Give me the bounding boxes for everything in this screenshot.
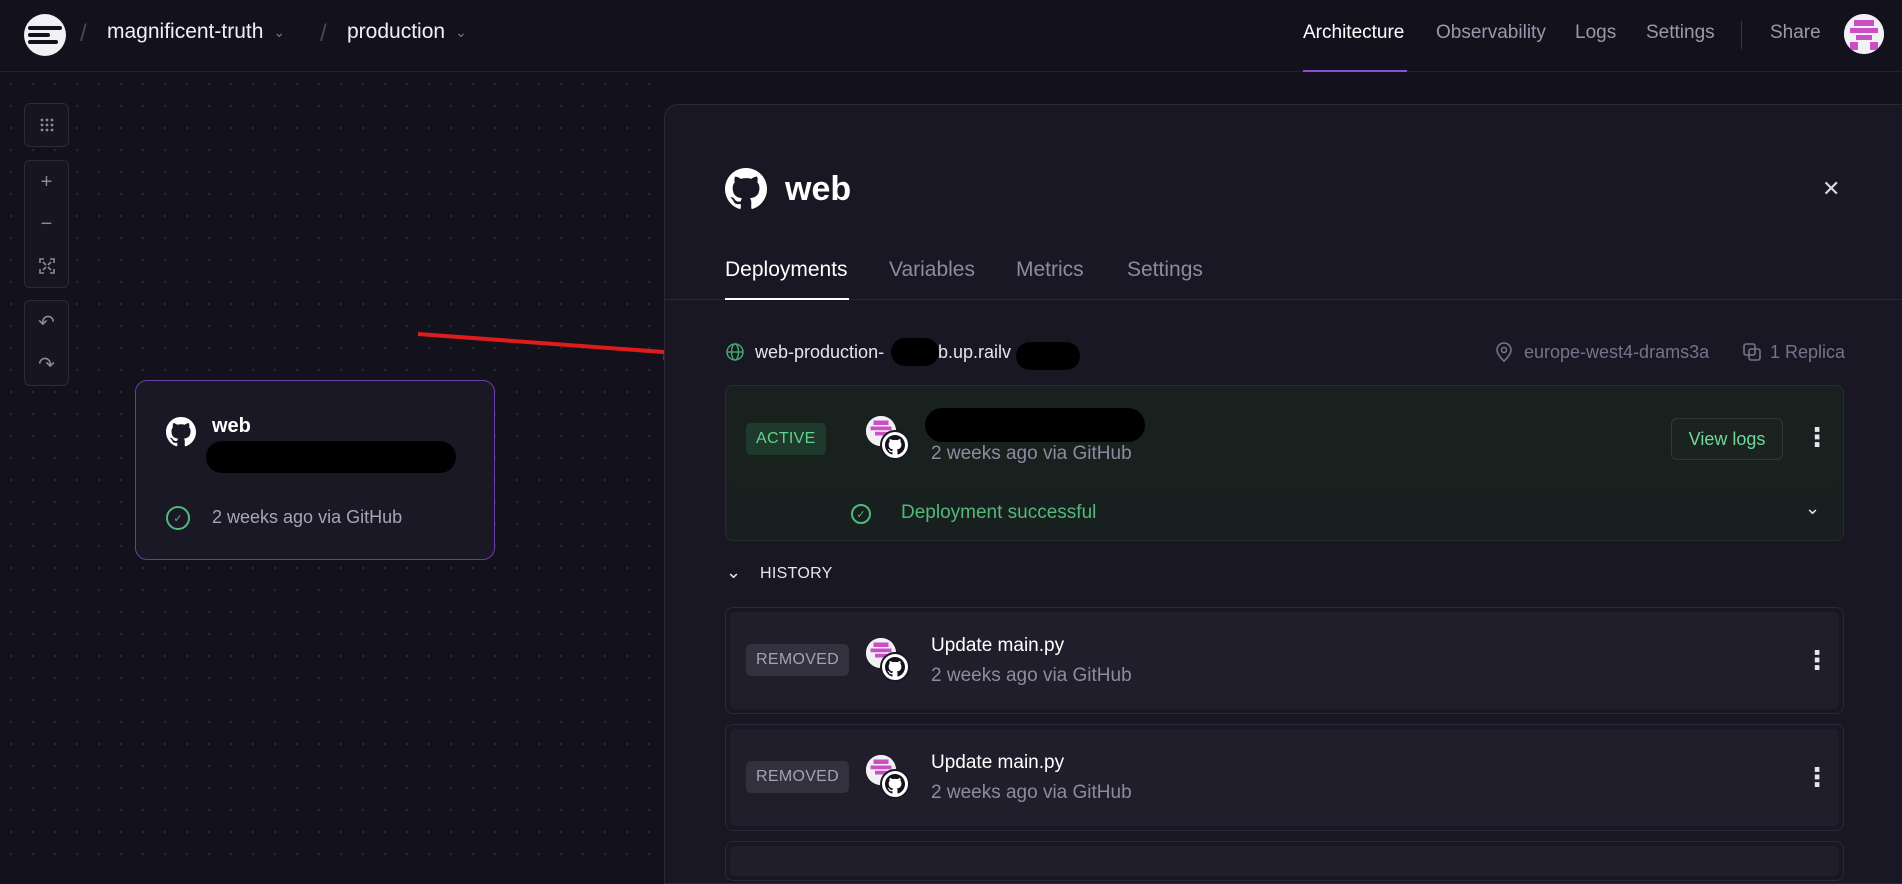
panel-title: web (785, 170, 852, 208)
breadcrumb-separator: / (80, 20, 87, 47)
chevron-down-icon: ⌄ (455, 23, 467, 40)
chevron-down-icon[interactable]: ⌄ (1805, 498, 1820, 519)
redaction (891, 338, 939, 366)
top-bar: / magnificent-truth ⌄ / production ⌄ Arc… (0, 0, 1902, 72)
active-tab-indicator (725, 298, 849, 300)
tab-settings[interactable]: Settings (1127, 258, 1203, 282)
railway-logo-icon[interactable] (24, 14, 66, 56)
location-pin-icon (1495, 342, 1513, 367)
canvas-toolbar-history: ↶ ↷ (24, 300, 69, 386)
check-circle-icon: ✓ (851, 504, 871, 524)
nav-settings[interactable]: Settings (1646, 22, 1715, 44)
tab-metrics[interactable]: Metrics (1016, 258, 1084, 282)
nav-logs[interactable]: Logs (1575, 22, 1616, 44)
redaction (1016, 342, 1080, 370)
github-icon (166, 417, 196, 452)
redo-icon[interactable]: ↷ (25, 343, 68, 385)
canvas-toolbar-zoom: + − (24, 160, 69, 288)
share-button[interactable]: Share (1770, 22, 1821, 44)
deployment-status: Deployment successful (901, 502, 1097, 523)
more-options-icon[interactable]: ⋮ (1804, 424, 1830, 450)
chevron-down-icon[interactable]: ⌄ (726, 562, 741, 583)
github-icon (725, 168, 767, 215)
history-item-inner (730, 846, 1839, 876)
project-name: magnificent-truth (107, 20, 264, 43)
user-avatar[interactable] (1844, 14, 1884, 54)
github-icon (880, 430, 910, 460)
service-card-web[interactable]: web ✓ 2 weeks ago via GitHub (135, 380, 495, 560)
globe-icon (725, 342, 745, 367)
nav-architecture[interactable]: Architecture (1303, 22, 1404, 44)
fit-view-icon[interactable] (25, 245, 68, 287)
close-icon[interactable]: ✕ (1822, 176, 1840, 202)
replica-count: 1 Replica (1770, 342, 1846, 362)
github-icon (880, 652, 910, 682)
grid-icon[interactable] (25, 104, 68, 146)
github-icon (880, 769, 910, 799)
tabs-divider (665, 299, 1902, 300)
redaction (206, 441, 456, 473)
commit-message: Update main.py (931, 635, 1065, 656)
history-item[interactable] (725, 841, 1844, 881)
status-badge-active: ACTIVE (746, 423, 826, 455)
zoom-out-icon[interactable]: − (25, 203, 68, 245)
undo-icon[interactable]: ↶ (25, 301, 68, 343)
nav-divider (1741, 21, 1742, 49)
check-circle-icon: ✓ (166, 506, 190, 530)
service-url[interactable]: web-production- (755, 342, 884, 363)
redaction (925, 408, 1145, 442)
tab-deployments[interactable]: Deployments (725, 258, 848, 282)
zoom-in-icon[interactable]: + (25, 161, 68, 203)
deployment-meta: 2 weeks ago via GitHub (931, 443, 1132, 464)
environment-name: production (347, 20, 446, 43)
active-nav-indicator (1303, 70, 1407, 72)
service-url-suffix[interactable]: b.up.railv (938, 342, 1011, 363)
chevron-down-icon: ⌄ (273, 23, 286, 40)
breadcrumb-separator: / (320, 20, 327, 47)
view-logs-button[interactable]: View logs (1671, 418, 1783, 460)
status-badge-removed: REMOVED (746, 644, 849, 676)
tab-variables[interactable]: Variables (889, 258, 975, 282)
deployment-meta: 2 weeks ago via GitHub (931, 665, 1132, 686)
more-options-icon[interactable]: ⋮ (1804, 764, 1830, 790)
project-selector[interactable]: magnificent-truth ⌄ (107, 20, 285, 44)
deployment-meta: 2 weeks ago via GitHub (931, 782, 1132, 803)
service-name: web (212, 415, 251, 437)
more-options-icon[interactable]: ⋮ (1804, 647, 1830, 673)
canvas-toolbar-grid (24, 103, 69, 147)
status-badge-removed: REMOVED (746, 761, 849, 793)
copy-replica-icon (1743, 343, 1761, 366)
commit-message: Update main.py (931, 752, 1065, 773)
service-status: 2 weeks ago via GitHub (212, 507, 403, 527)
history-heading[interactable]: HISTORY (760, 565, 833, 583)
environment-selector[interactable]: production ⌄ (347, 20, 467, 44)
region-label: europe-west4-drams3a (1524, 342, 1710, 362)
nav-observability[interactable]: Observability (1436, 22, 1546, 44)
